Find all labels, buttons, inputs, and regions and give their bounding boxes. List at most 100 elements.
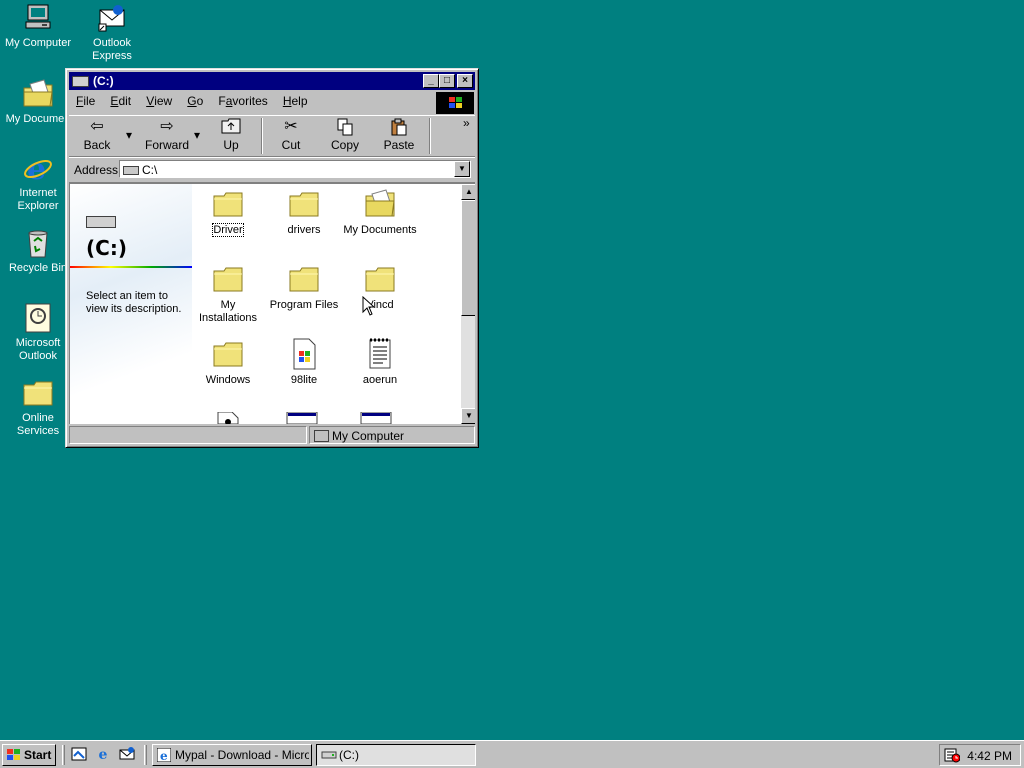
cut-button[interactable]: ✂ Cut	[271, 118, 311, 154]
back-button[interactable]: ⇦ Back	[75, 118, 119, 154]
outlook-icon	[22, 302, 54, 334]
partial-window-file-icon[interactable]	[360, 411, 392, 424]
folder-icon	[212, 263, 244, 295]
item-label-line2: Installations	[198, 312, 258, 324]
up-folder-icon	[209, 118, 253, 136]
toolbar-separator	[429, 118, 431, 154]
toolbar-more-chevron-icon[interactable]: »	[463, 116, 470, 152]
taskbar: Start e e Mypal - Download - Micros... (…	[0, 740, 1024, 768]
status-pane-left	[69, 426, 307, 444]
web-view-pane: (C:) Select an item to view its descript…	[70, 184, 192, 424]
folder-item-program-files[interactable]: Program Files	[266, 263, 342, 312]
title-bar[interactable]: (C:) _ □ ×	[69, 72, 475, 90]
desktop-icon-label: My Computer	[4, 37, 72, 49]
scroll-thumb[interactable]	[461, 200, 475, 316]
desktop-icon-my-computer[interactable]: My Computer	[0, 2, 76, 50]
toolbar-separator	[261, 118, 263, 154]
browser-window-icon: e	[156, 747, 172, 763]
show-desktop-icon[interactable]	[70, 746, 88, 764]
menu-edit[interactable]: Edit	[104, 92, 137, 110]
folder-icon	[288, 263, 320, 295]
copy-icon	[325, 118, 365, 136]
outlook-express-icon[interactable]	[118, 746, 136, 764]
menu-view[interactable]: View	[140, 92, 178, 110]
task-button-mypal[interactable]: e Mypal - Download - Micros...	[152, 744, 312, 766]
item-label: My Documents	[343, 224, 417, 236]
up-button[interactable]: Up	[209, 118, 253, 154]
address-bar: Address C:\ ▼	[69, 157, 475, 183]
folder-item-drivers[interactable]: drivers	[266, 188, 342, 237]
vertical-scrollbar[interactable]: ▲ ▼	[461, 184, 475, 424]
folder-item-my-documents[interactable]: My Documents	[342, 188, 418, 237]
menu-bar: File Edit View Go Favorites Help	[70, 92, 438, 110]
computer-icon	[22, 2, 54, 34]
address-dropdown-button[interactable]: ▼	[454, 161, 470, 177]
copy-button[interactable]: Copy	[325, 118, 365, 154]
drive-icon	[86, 216, 116, 228]
partial-file-icon[interactable]	[212, 411, 244, 424]
windows-logo-icon	[436, 92, 474, 114]
divider	[70, 266, 192, 268]
desktop-icon-outlook-express[interactable]: Outlook Express	[74, 2, 150, 63]
item-label: Windows	[205, 374, 251, 386]
address-value: C:\	[142, 163, 158, 177]
menu-file[interactable]: File	[70, 92, 101, 110]
desktop-icon-label-line2: Express	[92, 50, 132, 62]
folder-icon	[212, 188, 244, 220]
forward-arrow-icon: ⇨	[160, 118, 174, 135]
partial-window-file-icon[interactable]	[286, 411, 318, 424]
address-input[interactable]: C:\ ▼	[119, 160, 471, 178]
task-scheduler-icon[interactable]	[944, 747, 961, 763]
menu-favorites[interactable]: Favorites	[212, 92, 273, 110]
status-pane-location: My Computer	[309, 426, 475, 444]
menu-help[interactable]: Help	[277, 92, 314, 110]
status-bar: My Computer	[69, 426, 475, 444]
document-icon	[364, 338, 396, 370]
task-button-c-drive[interactable]: (C:)	[316, 744, 476, 766]
paste-button[interactable]: Paste	[379, 118, 419, 154]
desktop-icon-label: Outlook	[93, 37, 131, 49]
explorer-window[interactable]: (C:) _ □ × File Edit View Go Favorites H…	[65, 68, 479, 448]
quicklaunch-handle[interactable]	[62, 745, 65, 765]
svg-text:e: e	[160, 749, 168, 762]
windows-flag-icon	[7, 749, 21, 761]
folder-item-my-installations[interactable]: My Installations	[190, 263, 266, 325]
start-button[interactable]: Start	[2, 744, 56, 766]
task-label: (C:)	[339, 748, 359, 762]
scroll-up-button[interactable]: ▲	[461, 184, 475, 200]
close-button[interactable]: ×	[457, 74, 473, 88]
internet-explorer-icon[interactable]: e	[94, 746, 112, 764]
scroll-down-button[interactable]: ▼	[461, 408, 475, 424]
drive-icon	[123, 166, 139, 175]
item-label: aoerun	[362, 374, 398, 386]
folder-item-driver[interactable]: Driver	[190, 188, 266, 237]
scissors-icon: ✂	[284, 118, 298, 135]
item-label: drivers	[287, 224, 321, 236]
status-location: My Computer	[332, 429, 405, 443]
menu-go[interactable]: Go	[181, 92, 209, 110]
folder-icon	[364, 263, 396, 295]
item-label: 98lite	[290, 374, 318, 386]
maximize-button[interactable]: □	[439, 74, 455, 88]
drive-title: (C:)	[86, 236, 127, 260]
folder-item-windows[interactable]: Windows	[190, 338, 266, 387]
internet-explorer-icon: e	[22, 152, 54, 187]
folder-item-vincd[interactable]: Vincd	[342, 263, 418, 312]
tasks-handle[interactable]	[144, 745, 147, 765]
back-arrow-icon: ⇦	[90, 118, 104, 135]
forward-button[interactable]: ⇨ Forward	[141, 118, 193, 154]
window-title: (C:)	[93, 74, 114, 88]
computer-icon	[314, 430, 329, 442]
outlook-express-icon	[96, 2, 128, 34]
task-label: Mypal - Download - Micros...	[175, 748, 309, 762]
file-item-98lite[interactable]: 98lite	[266, 338, 342, 387]
folder-icon	[22, 78, 54, 110]
recycle-bin-icon	[22, 227, 54, 259]
folder-view[interactable]: (C:) Select an item to view its descript…	[69, 183, 475, 424]
item-label: My	[220, 299, 236, 311]
file-item-aoerun[interactable]: aoerun	[342, 338, 418, 387]
minimize-button[interactable]: _	[423, 74, 439, 88]
documents-folder-icon	[364, 188, 396, 220]
clock[interactable]: 4:42 PM	[967, 749, 1012, 763]
toolbar: ⇦ Back ▾ ⇨ Forward ▾ Up ✂ Cut Copy Paste…	[69, 115, 475, 157]
